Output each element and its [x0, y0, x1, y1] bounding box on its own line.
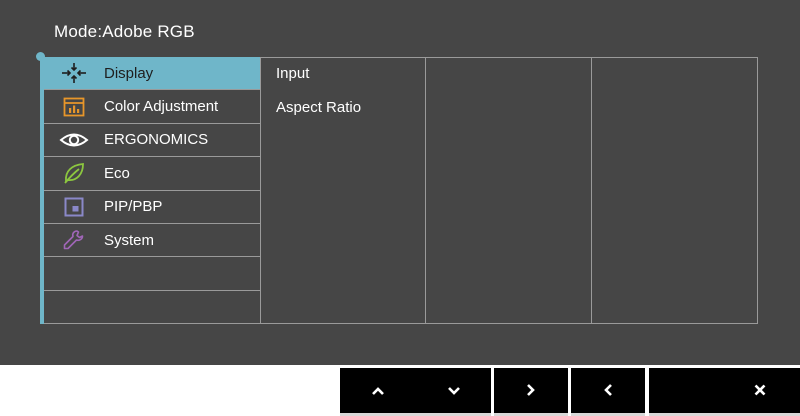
close-button-face[interactable]: [719, 368, 800, 416]
right-button[interactable]: [494, 368, 568, 416]
down-button[interactable]: [416, 368, 491, 416]
pip-icon: [44, 197, 104, 217]
submenu-item-aspect-ratio[interactable]: Aspect Ratio: [276, 90, 424, 123]
submenu: Input Aspect Ratio: [276, 57, 424, 124]
display-icon: [44, 62, 104, 84]
main-menu: Display Color Adjustment ERGONOMICS Eco …: [44, 57, 260, 324]
menu-item-display[interactable]: Display: [44, 57, 260, 91]
menu-item-system[interactable]: System: [44, 224, 260, 258]
left-button-face[interactable]: [571, 368, 645, 416]
menu-item-eco[interactable]: Eco: [44, 157, 260, 191]
menu-item-label: Color Adjustment: [104, 98, 219, 116]
menu-item-empty: [44, 291, 260, 324]
column-divider: [260, 57, 261, 324]
mode-indicator: Mode:Adobe RGB: [54, 22, 195, 42]
menu-item-label: ERGONOMICS: [104, 131, 209, 149]
menu-item-label: Display: [104, 64, 154, 82]
leaf-icon: [44, 162, 104, 184]
menu-item-label: System: [104, 231, 155, 249]
chevron-right-icon: [526, 383, 536, 402]
chevron-left-icon: [603, 383, 613, 402]
eye-icon: [44, 131, 104, 149]
menu-item-empty: [44, 257, 260, 291]
menu-item-pip-pbp[interactable]: PIP/PBP: [44, 191, 260, 224]
menu-item-label: Eco: [104, 164, 130, 182]
column-divider: [425, 57, 426, 324]
menu-item-label: PIP/PBP: [104, 198, 163, 216]
osd-panel: Mode:Adobe RGB Display Color Adjustment …: [0, 0, 800, 365]
menu-item-ergonomics[interactable]: ERGONOMICS: [44, 124, 260, 158]
chevron-down-icon: [447, 383, 461, 401]
mode-value: Adobe RGB: [102, 22, 195, 41]
wrench-icon: [44, 229, 104, 251]
button-group-updown: [340, 368, 491, 416]
close-icon: [754, 383, 766, 401]
column-divider: [591, 57, 592, 324]
close-button[interactable]: [649, 368, 800, 416]
menu-item-color-adjustment[interactable]: Color Adjustment: [44, 90, 260, 124]
mode-label: Mode:: [54, 22, 103, 41]
left-button[interactable]: [571, 368, 645, 416]
chevron-up-icon: [371, 383, 385, 401]
up-button[interactable]: [340, 368, 415, 416]
right-button-face[interactable]: [494, 368, 568, 416]
color-adjustment-icon: [44, 97, 104, 117]
submenu-item-input[interactable]: Input: [276, 57, 424, 90]
